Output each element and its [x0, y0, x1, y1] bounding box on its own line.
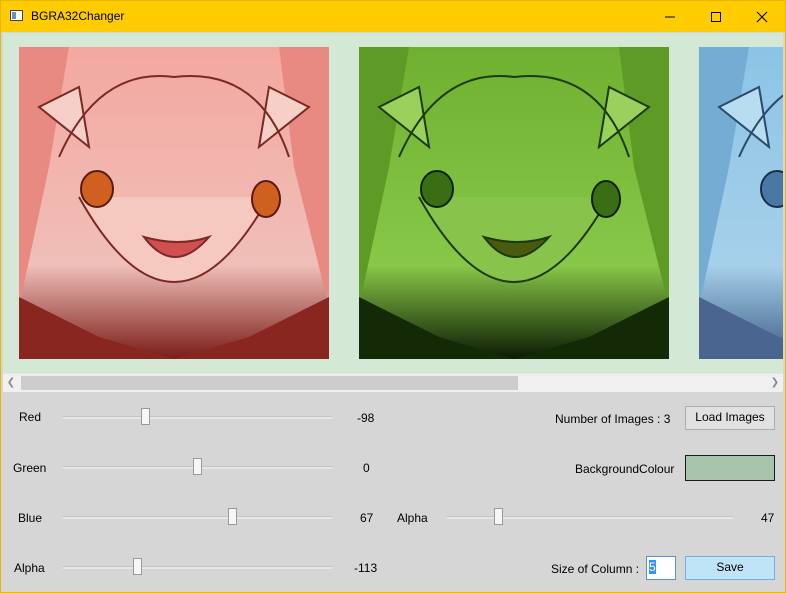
background-colour-swatch[interactable] — [685, 455, 775, 481]
blue-slider-track[interactable] — [63, 516, 332, 519]
close-icon — [756, 11, 768, 23]
green-label: Green — [13, 461, 47, 475]
load-images-button[interactable]: Load Images — [685, 406, 775, 430]
background-colour-label: BackgroundColour — [575, 462, 675, 476]
image-gallery — [3, 33, 783, 373]
background-alpha-slider-track[interactable] — [447, 516, 733, 519]
alpha-label: Alpha — [14, 561, 45, 575]
scrollbar-thumb[interactable] — [21, 376, 518, 390]
blue-value: 67 — [360, 511, 374, 525]
gallery-image-green[interactable] — [359, 47, 669, 359]
gallery-scrollbar[interactable]: ❮ ❯ — [3, 373, 783, 392]
window-title: BGRA32Changer — [31, 9, 125, 23]
column-size-label: Size of Column : — [551, 562, 640, 576]
column-size-input[interactable]: 5 — [646, 556, 676, 580]
green-slider-thumb[interactable] — [193, 458, 202, 475]
column-size-value: 5 — [649, 560, 656, 574]
scroll-left-icon[interactable]: ❮ — [3, 374, 19, 392]
green-value: 0 — [363, 461, 370, 475]
maximize-icon — [711, 12, 721, 22]
background-alpha-label: Alpha — [397, 511, 428, 525]
save-button[interactable]: Save — [685, 556, 775, 580]
image-count-label: Number of Images : 3 — [555, 412, 671, 426]
maximize-button[interactable] — [693, 1, 739, 32]
alpha-value: -113 — [354, 561, 378, 575]
alpha-slider-thumb[interactable] — [133, 558, 142, 575]
background-alpha-slider-thumb[interactable] — [494, 508, 503, 525]
minimize-button[interactable] — [647, 1, 693, 32]
red-slider-thumb[interactable] — [141, 408, 150, 425]
app-icon — [10, 10, 23, 21]
close-button[interactable] — [739, 1, 785, 32]
red-slider-track[interactable] — [63, 416, 332, 419]
gallery-image-blue[interactable] — [699, 47, 783, 359]
minimize-icon — [665, 16, 675, 18]
alpha-slider-track[interactable] — [63, 566, 332, 569]
app-window: BGRA32Changer ❮ ❯ Red -98 Green 0 Blue 6… — [0, 0, 786, 593]
red-value: -98 — [357, 411, 375, 425]
blue-slider-thumb[interactable] — [228, 508, 237, 525]
title-bar[interactable]: BGRA32Changer — [1, 1, 785, 32]
background-alpha-value: 47 — [761, 511, 775, 525]
red-label: Red — [19, 410, 42, 424]
blue-label: Blue — [18, 511, 43, 525]
scroll-right-icon[interactable]: ❯ — [767, 374, 783, 392]
gallery-image-red[interactable] — [19, 47, 329, 359]
